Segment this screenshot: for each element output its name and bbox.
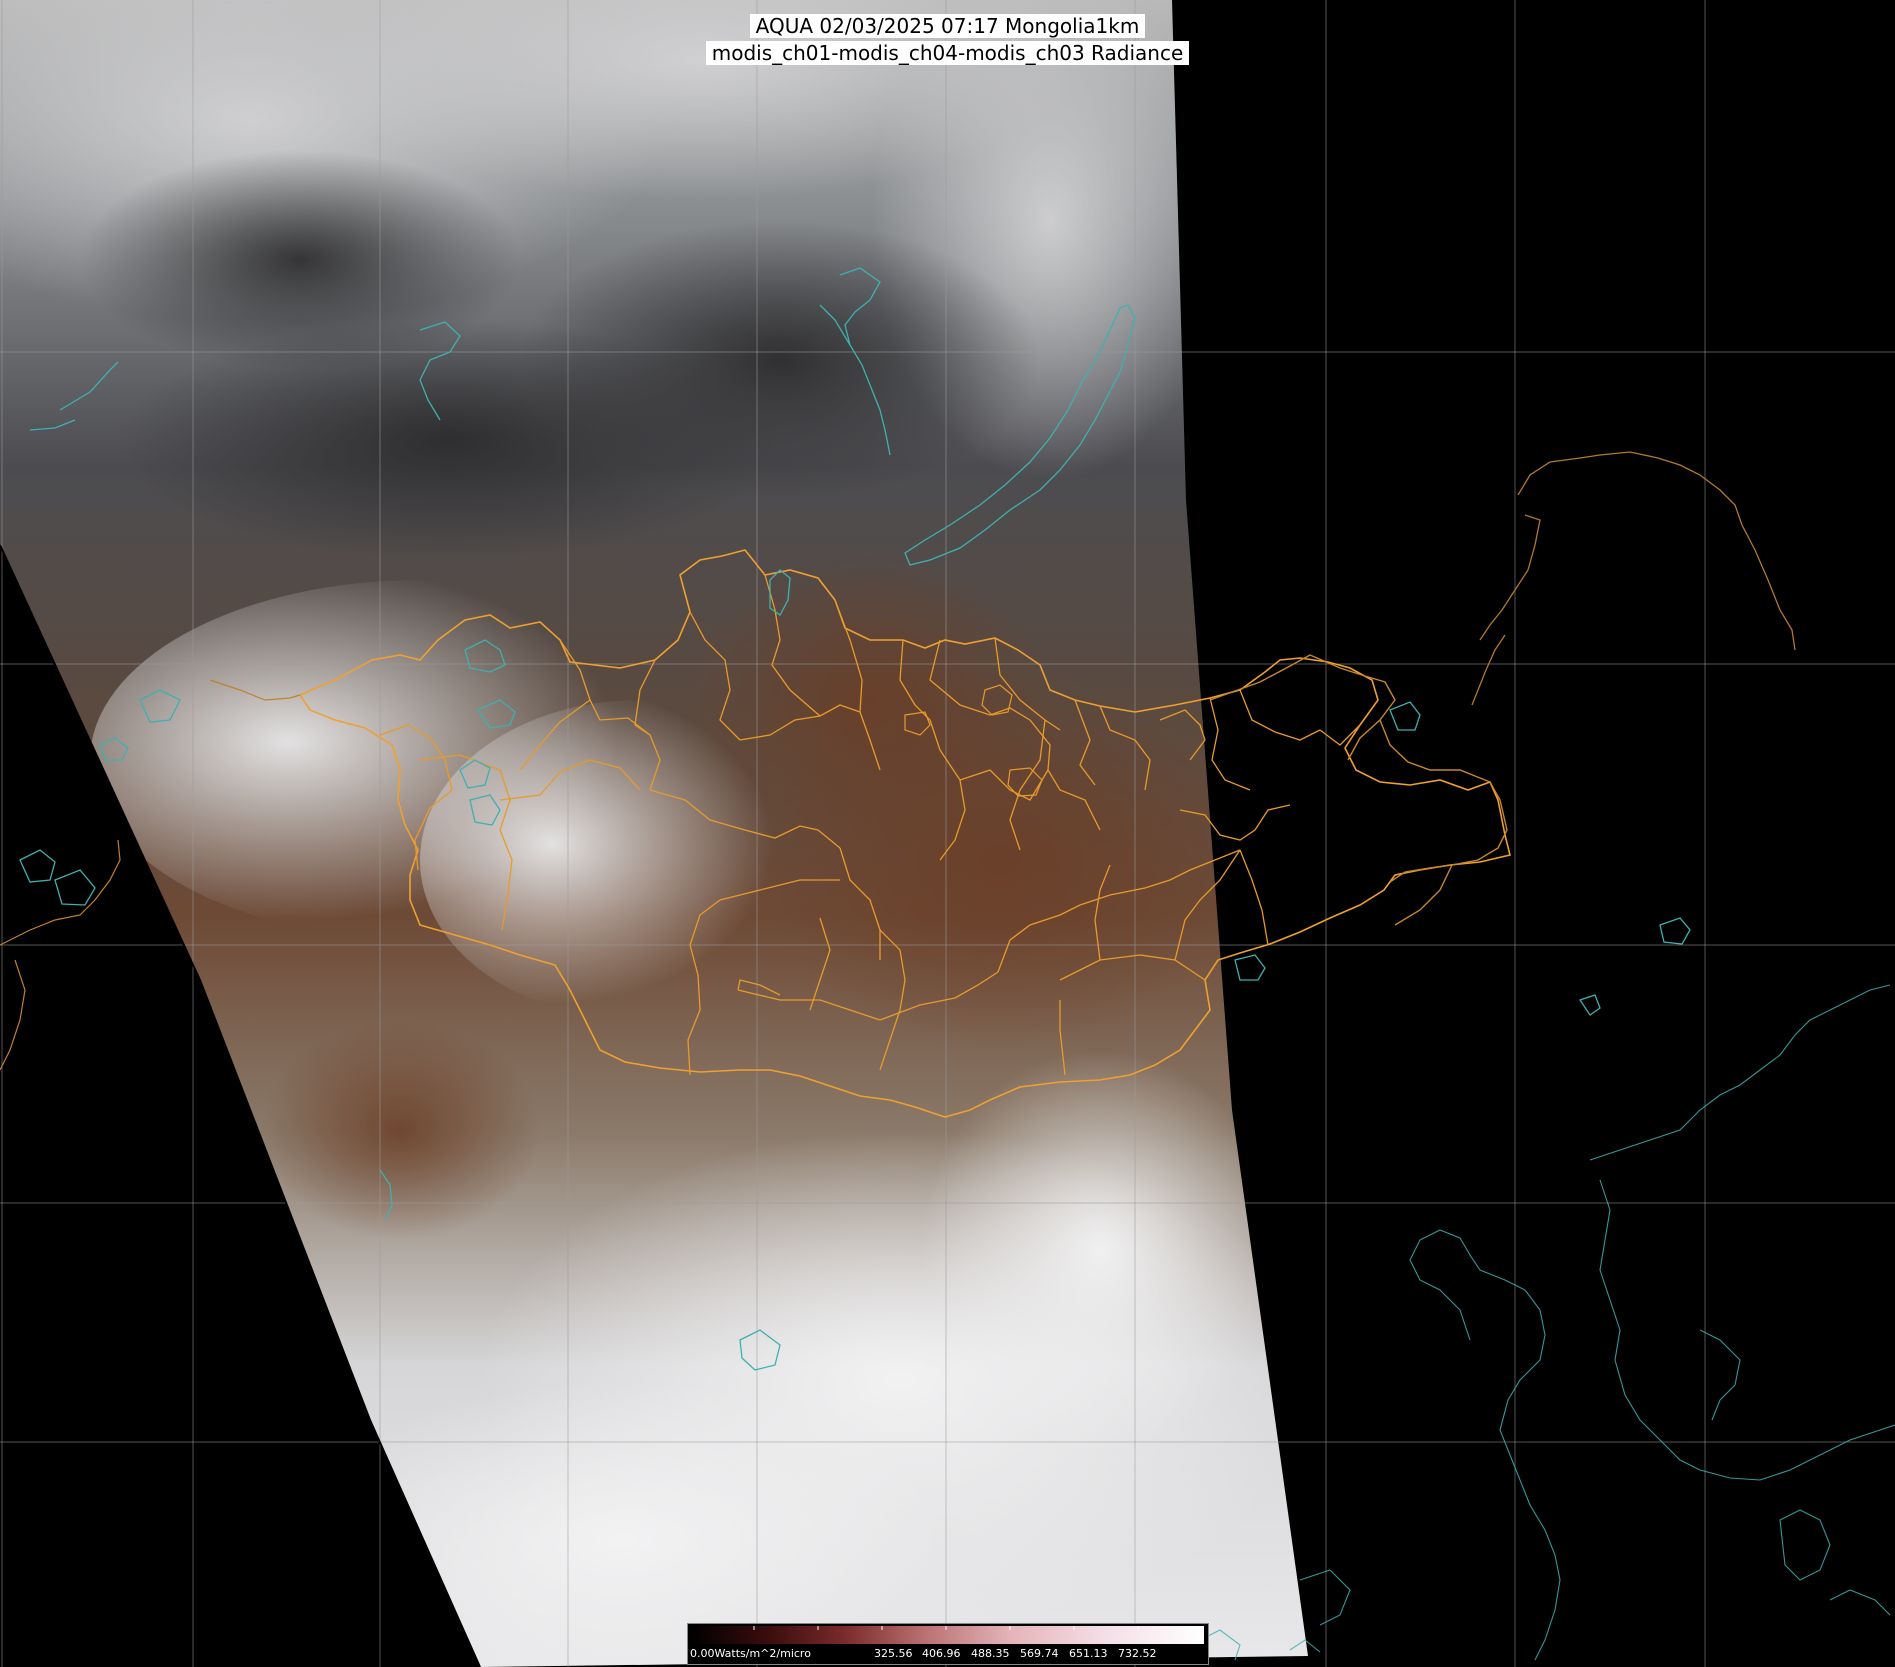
colorbar-tick-label: 406.96 [922, 1647, 961, 1660]
colorbar-gradient [690, 1626, 1204, 1644]
colorbar-tick-label: 488.35 [971, 1647, 1010, 1660]
colorbar-legend: 0.00Watts/m^2/micro 325.56 406.96 488.35… [687, 1623, 1209, 1665]
colorbar-tick-label: 569.74 [1020, 1647, 1059, 1660]
colorbar-tick-label: 325.56 [874, 1647, 913, 1660]
colorbar-unit-label: 0.00Watts/m^2/micro [690, 1647, 811, 1660]
colorbar-tick-label: 651.13 [1069, 1647, 1108, 1660]
colorbar-tick-label: 732.52 [1118, 1647, 1157, 1660]
satellite-map [0, 0, 1895, 1667]
colorbar-labels: 0.00Watts/m^2/micro 325.56 406.96 488.35… [690, 1646, 1204, 1662]
